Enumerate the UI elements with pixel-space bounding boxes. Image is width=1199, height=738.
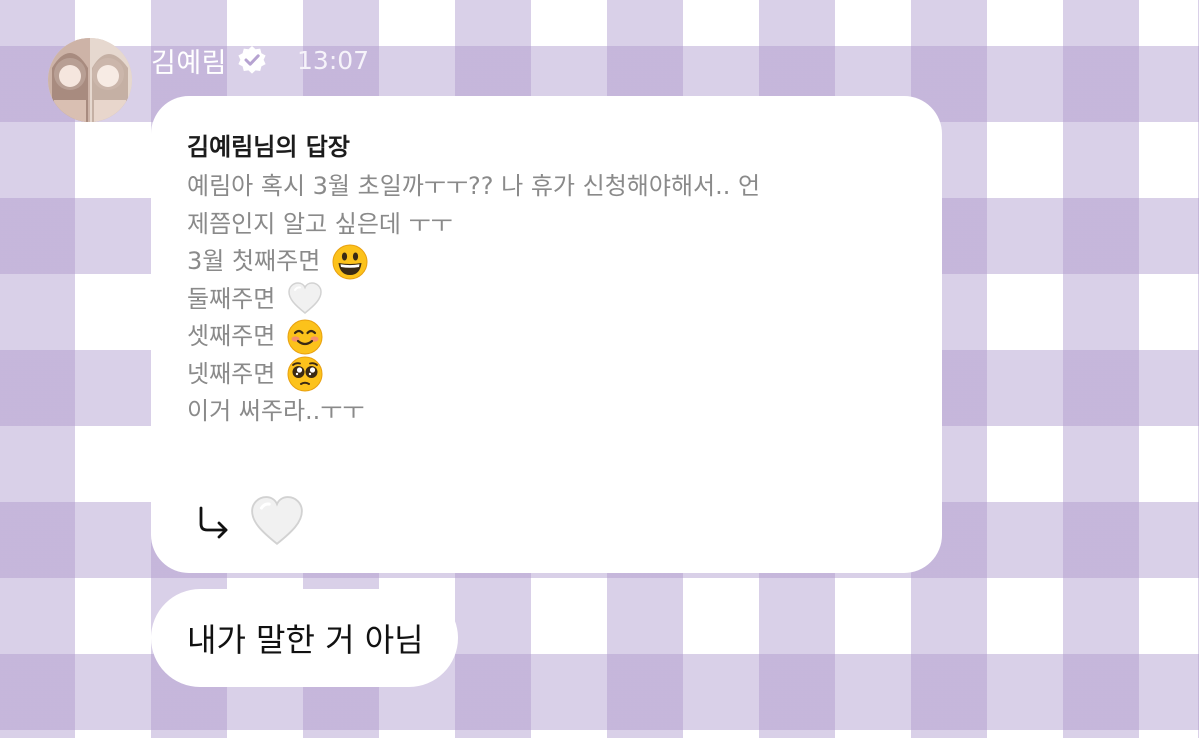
- quote-line: 예림아 혹시 3월 초일까ㅜㅜ?? 나 휴가 신청해야해서.. 언: [187, 172, 761, 200]
- quote-line: 셋째주면: [187, 318, 906, 356]
- quote-line: 넷째주면: [187, 356, 906, 394]
- quote-line: 3월 첫째주면: [187, 243, 906, 281]
- text-message-bubble[interactable]: 내가 말한 거 아님: [151, 589, 458, 687]
- reply-title: 김예림님의 답장: [187, 133, 350, 161]
- message-text: 내가 말한 거 아님: [187, 621, 424, 659]
- grinning-face-icon: [332, 244, 368, 280]
- quoted-message: 예림아 혹시 3월 초일까ㅜㅜ?? 나 휴가 신청해야해서.. 언 제쯤인지 알…: [187, 168, 906, 431]
- reply-content: [193, 494, 305, 550]
- white-heart-icon: [287, 281, 323, 317]
- quote-line: 제쯤인지 알고 싶은데 ㅜㅜ: [187, 209, 453, 238]
- quote-line: 이거 써주라..ㅜㅜ: [187, 397, 365, 425]
- smiling-face-icon: [287, 319, 323, 355]
- quote-line: 둘째주면: [187, 281, 906, 319]
- message-timestamp: 13:07: [297, 45, 370, 75]
- reply-message-bubble[interactable]: 김예림님의 답장 예림아 혹시 3월 초일까ㅜㅜ?? 나 휴가 신청해야해서..…: [151, 96, 942, 573]
- white-heart-icon: [249, 494, 305, 550]
- avatar[interactable]: [48, 38, 132, 122]
- sender-name[interactable]: 김예림: [151, 41, 227, 80]
- verified-badge-icon: [237, 45, 267, 75]
- message-header: 김예림 13:07: [151, 40, 369, 80]
- pleading-face-icon: [287, 356, 323, 392]
- reply-arrow-icon: [193, 502, 233, 542]
